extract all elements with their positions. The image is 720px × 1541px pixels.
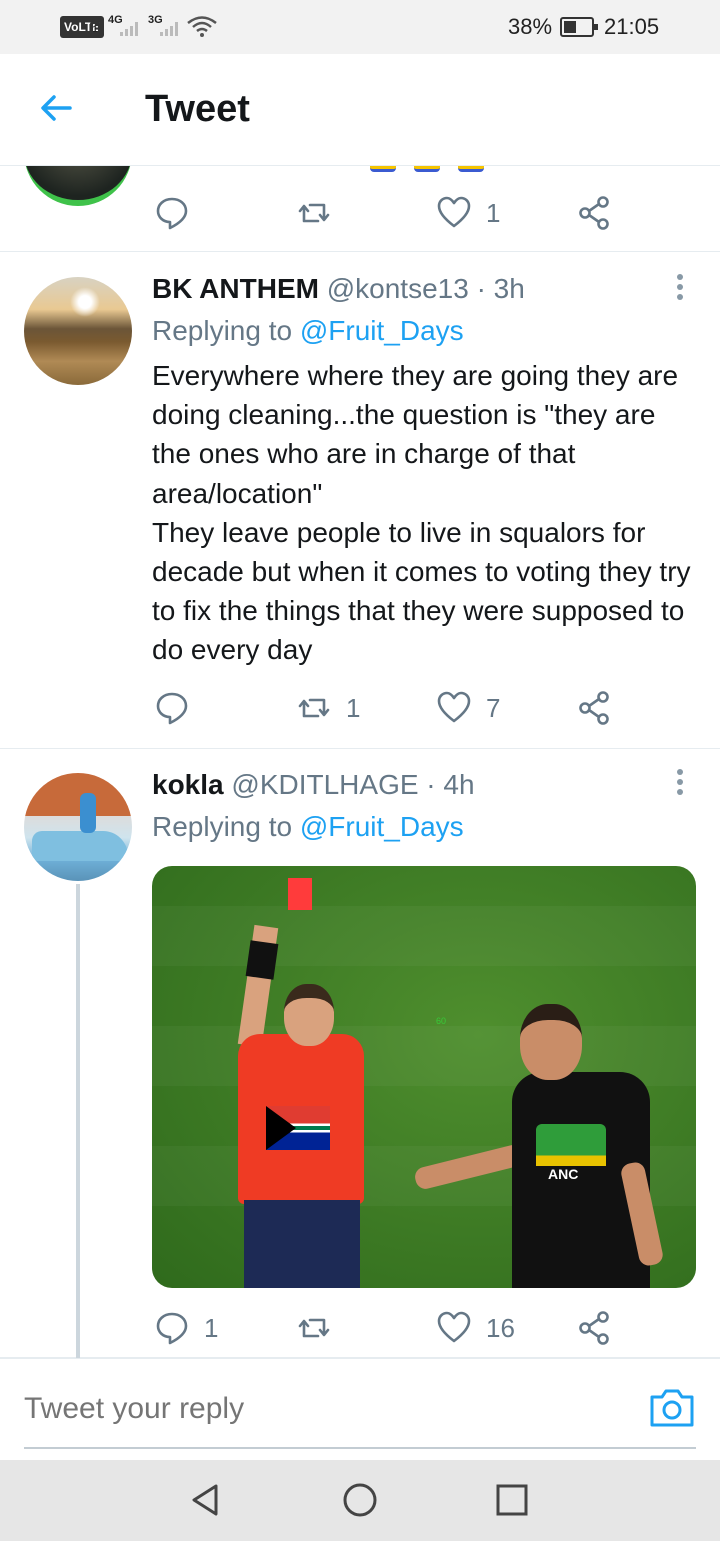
signal-bars-icon — [160, 20, 178, 36]
signal-bars-icon — [120, 20, 138, 36]
recents-square-icon[interactable] — [492, 1480, 532, 1520]
author-handle-time: @KDITLHAGE · 4h — [231, 769, 475, 800]
tweet[interactable]: BK ANTHEM @kontse13 · 3h Replying to @Fr… — [0, 252, 720, 749]
thread-connector-line — [76, 884, 80, 1358]
tweet-author-line: kokla @KDITLHAGE · 4h — [152, 769, 475, 801]
more-options-icon[interactable] — [668, 270, 692, 310]
anc-crest: ANC — [536, 1124, 606, 1194]
avatar[interactable] — [24, 773, 132, 881]
emoji-row — [370, 166, 484, 172]
like-count: 7 — [486, 692, 501, 723]
share-icon — [579, 691, 609, 725]
reply-composer — [0, 1358, 720, 1460]
retweet-button[interactable] — [296, 1308, 332, 1348]
home-circle-icon[interactable] — [340, 1480, 380, 1520]
tweet-text: Everywhere where they are going they are… — [152, 360, 691, 666]
share-icon — [579, 196, 609, 230]
mention-link[interactable]: @Fruit_Days — [300, 315, 464, 346]
battery-percentage: 38% — [508, 14, 553, 39]
overlay-number: 60 — [436, 1016, 447, 1026]
author-handle-time: @kontse13 · 3h — [326, 273, 525, 304]
jersey-text: ANC — [548, 1166, 579, 1182]
status-clock: 21:05 — [604, 14, 660, 39]
reply-icon — [156, 197, 188, 230]
wifi-icon — [187, 16, 217, 37]
retweet-count: 1 — [346, 692, 361, 723]
author-name[interactable]: kokla — [152, 769, 224, 800]
replying-prefix: Replying to — [152, 315, 293, 346]
share-button[interactable] — [576, 688, 612, 728]
page-title: Tweet — [145, 88, 250, 130]
reply-button[interactable] — [154, 688, 190, 728]
share-button[interactable] — [576, 1308, 612, 1348]
app-header: Tweet — [0, 54, 720, 166]
reply-button[interactable] — [154, 193, 190, 233]
reply-input-underline — [24, 1447, 696, 1449]
mention-link[interactable]: @Fruit_Days — [300, 811, 464, 842]
replying-to-line: Replying to @Fruit_Days — [152, 315, 464, 347]
replying-prefix: Replying to — [152, 811, 293, 842]
author-name[interactable]: BK ANTHEM — [152, 273, 319, 304]
tweet-previous[interactable]: 1 — [0, 166, 720, 252]
tweet-actions: 1 16 — [0, 1308, 720, 1348]
retweet-icon — [298, 203, 330, 223]
red-card — [288, 878, 312, 910]
retweet-icon — [298, 1318, 330, 1338]
reply-button[interactable]: 1 — [154, 1308, 218, 1348]
more-options-icon[interactable] — [668, 765, 692, 805]
system-nav-bar — [0, 1460, 720, 1541]
reply-count: 1 — [204, 1312, 219, 1343]
heart-icon — [437, 196, 471, 228]
tweet-actions: 1 7 — [0, 688, 720, 728]
camera-icon[interactable] — [648, 1387, 696, 1429]
heart-icon — [437, 691, 471, 723]
like-count: 16 — [486, 1312, 515, 1343]
avatar[interactable] — [24, 277, 132, 385]
share-button[interactable] — [576, 193, 612, 233]
like-button[interactable]: 16 — [436, 1308, 515, 1348]
like-button[interactable]: 7 — [436, 688, 500, 728]
status-bar: VoLTE 1 4G 3G 38% 21:05 — [0, 0, 720, 54]
like-button[interactable]: 1 — [436, 193, 500, 233]
share-icon — [579, 1311, 609, 1345]
replying-to-line: Replying to @Fruit_Days — [152, 811, 464, 843]
south-africa-flag — [266, 1106, 330, 1150]
reply-icon — [156, 1312, 188, 1345]
arrow-left-icon[interactable] — [36, 88, 76, 128]
tweet-author-line: BK ANTHEM @kontse13 · 3h — [152, 273, 525, 305]
like-count: 1 — [486, 197, 501, 228]
back-triangle-icon[interactable] — [186, 1480, 226, 1520]
retweet-button[interactable] — [296, 193, 332, 233]
reply-icon — [156, 692, 188, 725]
heart-icon — [437, 1311, 471, 1343]
sim-slot-icon: 1 — [90, 22, 100, 36]
reply-input[interactable] — [24, 1387, 624, 1431]
tweet-media-image[interactable]: ANC 60 — [152, 866, 696, 1288]
tweet-actions: 1 — [0, 193, 720, 233]
battery-icon — [560, 17, 598, 37]
retweet-button[interactable]: 1 — [296, 688, 360, 728]
retweet-icon — [298, 698, 330, 718]
